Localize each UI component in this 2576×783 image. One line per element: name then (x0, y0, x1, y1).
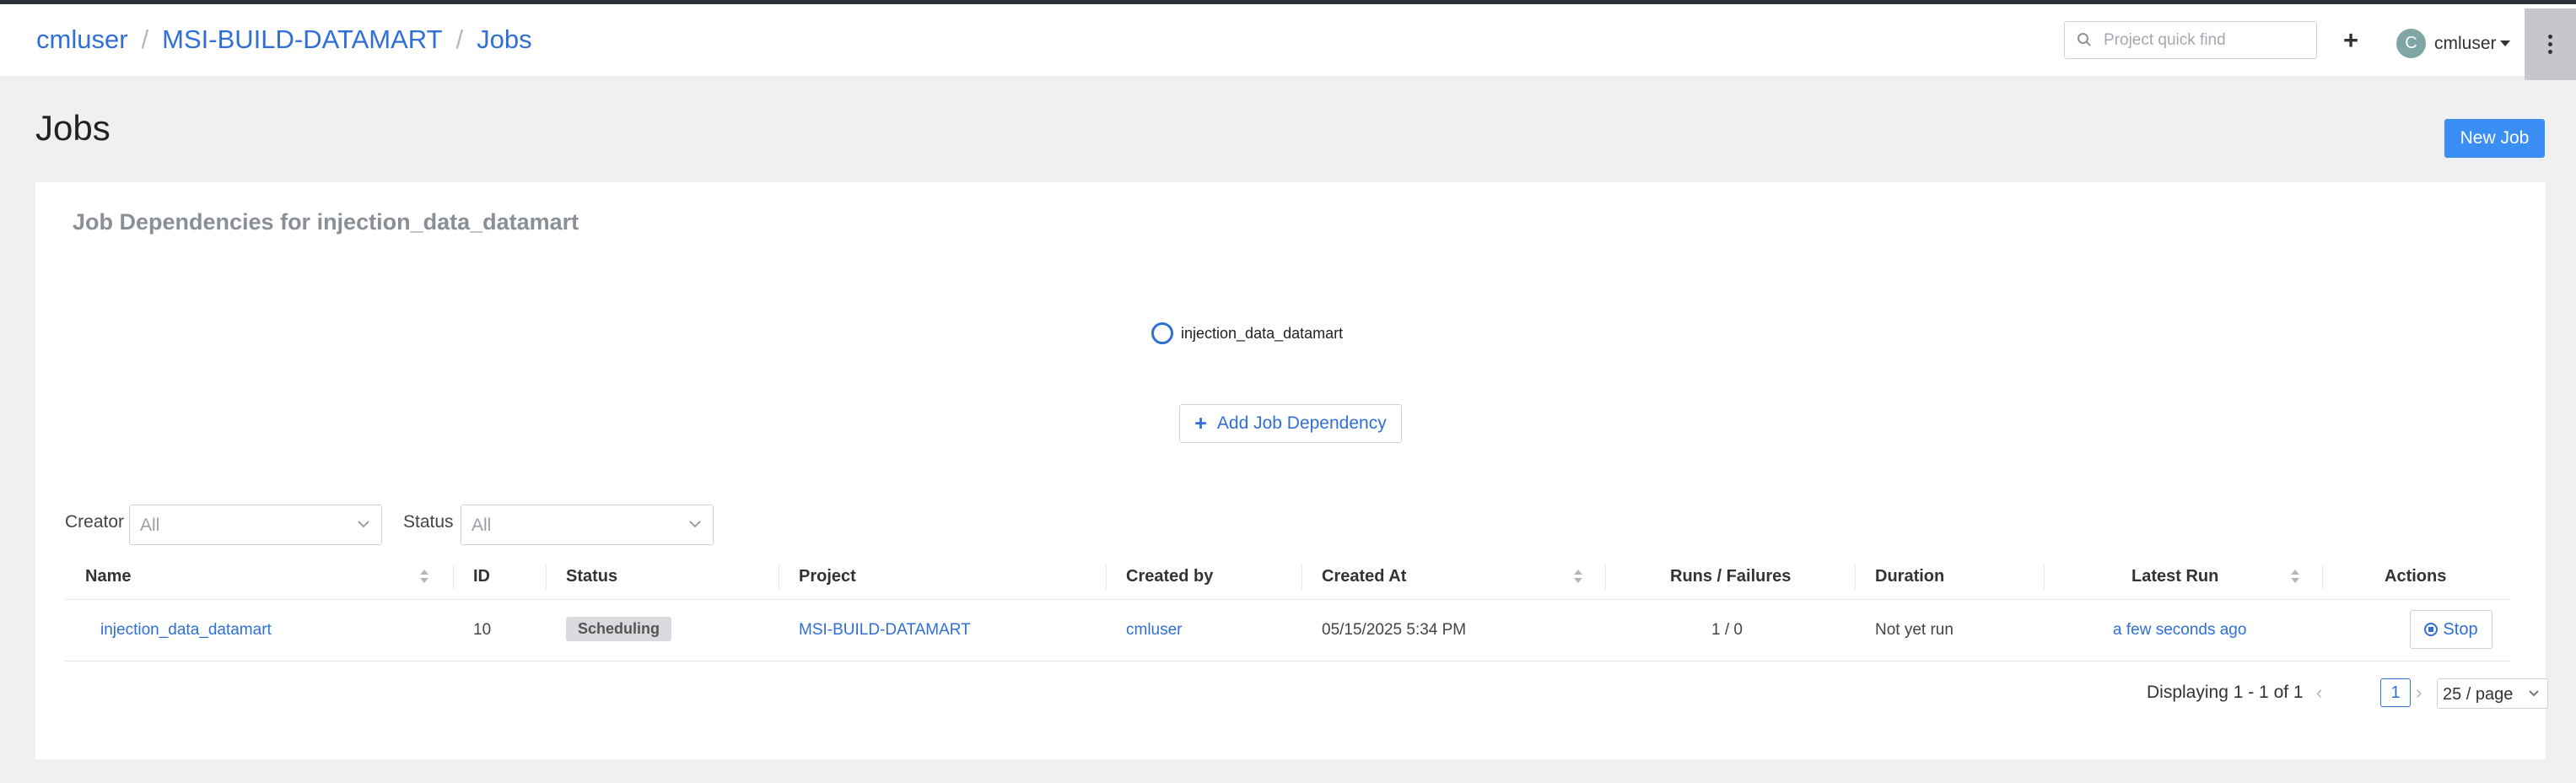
column-header-project: Project (799, 567, 856, 586)
column-divider (2322, 565, 2323, 589)
created-by-link[interactable]: cmluser (1126, 621, 1183, 640)
chevron-right-icon[interactable]: › (2416, 682, 2422, 704)
column-divider (546, 565, 547, 589)
column-divider (1106, 565, 1107, 589)
column-divider (1301, 565, 1302, 589)
column-header-actions: Actions (2385, 567, 2447, 586)
node-circle-icon (1151, 322, 1173, 344)
create-plus-icon[interactable]: + (2343, 27, 2358, 53)
page-size-value: 25 / page (2443, 685, 2514, 704)
column-header-created-by: Created by (1126, 567, 1214, 586)
avatar: C (2396, 29, 2426, 58)
project-link[interactable]: MSI-BUILD-DATAMART (799, 621, 971, 640)
breadcrumb-separator: / (141, 24, 149, 54)
status-filter-label: Status (403, 512, 454, 532)
column-divider (453, 565, 454, 589)
breadcrumb-project[interactable]: MSI-BUILD-DATAMART (162, 24, 442, 54)
column-header-name[interactable]: Name (85, 567, 131, 586)
table-row: injection_data_datamart 10 Scheduling MS… (65, 600, 2511, 662)
pagination-summary: Displaying 1 - 1 of 1 (2147, 683, 2304, 702)
sort-icon[interactable] (1573, 567, 1583, 586)
search-icon (2077, 32, 2092, 51)
status-filter-select[interactable]: All (461, 505, 714, 545)
dependency-node[interactable]: injection_data_datamart (1151, 322, 1343, 344)
runs-failures: 1 / 0 (1711, 621, 1743, 639)
column-divider (2044, 565, 2045, 589)
new-job-button[interactable]: New Job (2444, 119, 2545, 158)
creator-filter-value: All (140, 516, 160, 535)
column-divider (1855, 565, 1856, 589)
latest-run-link[interactable]: a few seconds ago (2113, 621, 2246, 640)
creator-filter-select[interactable]: All (129, 505, 382, 545)
user-name: cmluser (2434, 33, 2497, 53)
plus-icon: + (1194, 411, 1207, 435)
more-options-icon[interactable] (2525, 8, 2576, 80)
created-at: 05/15/2025 5:34 PM (1322, 621, 1467, 639)
chevron-left-icon[interactable]: ‹ (2316, 682, 2322, 704)
breadcrumb-separator: / (455, 24, 464, 54)
job-name-link[interactable]: injection_data_datamart (100, 621, 272, 640)
column-divider (1605, 565, 1606, 589)
sort-icon[interactable] (2290, 567, 2300, 586)
user-menu[interactable]: C cmluser (2396, 29, 2510, 58)
chevron-down-icon (356, 516, 371, 536)
chevron-down-icon (2527, 687, 2541, 705)
creator-filter-label: Creator (65, 512, 125, 532)
page-title: Jobs (35, 108, 110, 148)
column-header-latest-run[interactable]: Latest Run (2131, 567, 2218, 586)
column-header-created-at[interactable]: Created At (1322, 567, 1406, 586)
breadcrumb: cmluser / MSI-BUILD-DATAMART / Jobs (36, 24, 532, 55)
duration: Not yet run (1875, 621, 1954, 639)
dependencies-title: Job Dependencies for injection_data_data… (73, 209, 579, 235)
chevron-down-icon (687, 516, 703, 536)
breadcrumb-jobs[interactable]: Jobs (477, 24, 531, 54)
breadcrumb-user[interactable]: cmluser (36, 24, 128, 54)
sort-icon[interactable] (419, 567, 429, 586)
column-header-duration: Duration (1875, 567, 1945, 586)
table-header: Name ID Status Project Created by Create… (65, 554, 2511, 600)
caret-down-icon (2499, 40, 2510, 46)
project-quick-find[interactable] (2064, 21, 2317, 59)
jobs-card: Job Dependencies for injection_data_data… (35, 182, 2548, 759)
status-badge: Scheduling (566, 617, 672, 641)
add-dependency-label: Add Job Dependency (1216, 413, 1387, 433)
stop-button[interactable]: Stop (2410, 610, 2492, 649)
add-job-dependency-button[interactable]: + Add Job Dependency (1179, 404, 1402, 443)
page-size-select[interactable]: 25 / page (2437, 678, 2548, 709)
job-id: 10 (473, 621, 492, 639)
column-header-id: ID (473, 567, 490, 586)
column-header-runs-failures: Runs / Failures (1670, 567, 1792, 586)
column-header-status: Status (566, 567, 618, 586)
stop-icon (2424, 623, 2439, 636)
status-filter-value: All (472, 516, 492, 535)
top-nav-bar: cmluser / MSI-BUILD-DATAMART / Jobs + C cmlu… (0, 0, 2576, 80)
page-number-current[interactable]: 1 (2380, 678, 2411, 707)
stop-label: Stop (2443, 619, 2478, 639)
search-input[interactable] (2102, 27, 2308, 54)
node-label: injection_data_datamart (1181, 324, 1344, 342)
